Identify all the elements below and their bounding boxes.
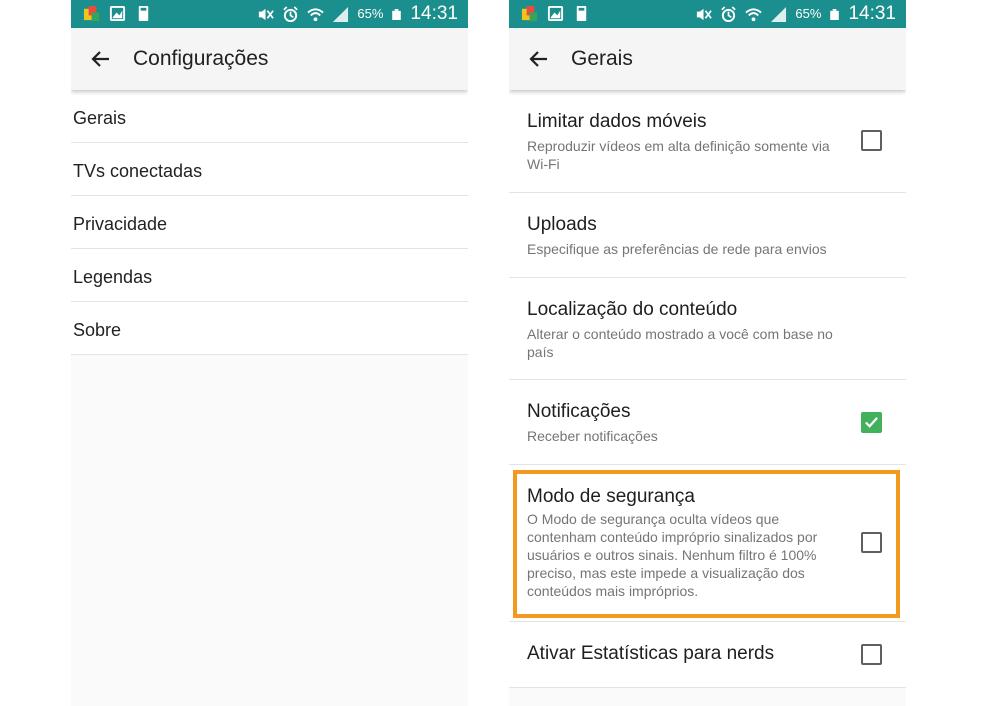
menu-item-label: TVs conectadas [73, 161, 203, 181]
limit-mobile-data-checkbox[interactable] [861, 130, 882, 151]
setting-title: Limitar dados móveis [527, 111, 707, 132]
menu-item-sobre[interactable]: Sobre [71, 302, 468, 355]
clock: 14:31 [410, 3, 458, 24]
setting-title: Uploads [527, 214, 597, 235]
wifi-icon [745, 7, 763, 21]
status-bar: 65% 14:31 [71, 0, 468, 28]
general-settings-screen: 65% 14:31 Gerais Limitar dados móveis Re… [509, 0, 906, 706]
menu-item-legendas[interactable]: Legendas [71, 249, 468, 302]
setting-summary: Receber notificações [527, 428, 658, 444]
setting-uploads[interactable]: Uploads Especifique as preferências de r… [509, 193, 906, 278]
menu-item-label: Legendas [73, 267, 153, 287]
checkmark-icon [865, 417, 878, 428]
app-notification-icon [83, 5, 100, 22]
notifications-checkbox[interactable] [861, 412, 882, 433]
sd-card-icon [138, 5, 149, 22]
mute-icon [697, 8, 713, 20]
menu-item-label: Sobre [73, 320, 122, 340]
stats-for-nerds-checkbox[interactable] [861, 644, 882, 665]
app-bar: Gerais [509, 28, 906, 90]
menu-item-label: Gerais [73, 108, 127, 128]
setting-content-location[interactable]: Localização do conteúdo Alterar o conteú… [509, 278, 906, 380]
sd-card-icon [576, 5, 587, 22]
battery-percent: 65% [795, 6, 822, 21]
app-notification-icon [521, 5, 538, 22]
image-icon [109, 5, 126, 22]
battery-icon [392, 8, 402, 20]
safety-mode-checkbox[interactable] [861, 532, 882, 553]
wifi-icon [307, 7, 325, 21]
menu-item-privacidade[interactable]: Privacidade [71, 196, 468, 249]
battery-icon [830, 8, 840, 20]
general-settings-list: Limitar dados móveis Reproduzir vídeos e… [509, 90, 906, 688]
app-bar: Configurações [71, 28, 468, 90]
setting-title: Ativar Estatísticas para nerds [527, 643, 775, 664]
menu-item-gerais[interactable]: Gerais [71, 90, 468, 143]
setting-summary: Especifique as preferências de rede para… [527, 241, 827, 257]
setting-safety-mode[interactable]: Modo de segurança O Modo de segurança oc… [509, 465, 906, 622]
back-arrow-icon[interactable] [529, 49, 549, 69]
menu-item-tvs-conectadas[interactable]: TVs conectadas [71, 143, 468, 196]
setting-title: Localização do conteúdo [527, 299, 738, 320]
image-icon [547, 5, 564, 22]
status-bar: 65% 14:31 [509, 0, 906, 28]
setting-summary: O Modo de segurança oculta vídeos que co… [527, 511, 818, 599]
clock: 14:31 [848, 3, 896, 24]
settings-menu: Gerais TVs conectadas Privacidade Legend… [71, 90, 468, 355]
setting-title: Notificações [527, 401, 631, 422]
signal-icon [333, 6, 349, 22]
back-arrow-icon[interactable] [91, 49, 111, 69]
setting-summary: Reproduzir vídeos em alta definição some… [527, 138, 830, 172]
page-title: Configurações [133, 47, 269, 70]
setting-notifications[interactable]: Notificações Receber notificações [509, 380, 906, 465]
alarm-icon [721, 5, 737, 22]
battery-percent: 65% [357, 6, 384, 21]
signal-icon [771, 6, 787, 22]
setting-stats-for-nerds[interactable]: Ativar Estatísticas para nerds [509, 622, 906, 688]
setting-summary: Alterar o conteúdo mostrado a você com b… [527, 326, 833, 360]
page-title: Gerais [571, 47, 633, 70]
alarm-icon [283, 5, 299, 22]
setting-title: Modo de segurança [527, 486, 695, 507]
settings-screen: 65% 14:31 Configurações Gerais TVs conec… [71, 0, 468, 706]
mute-icon [259, 8, 275, 20]
menu-item-label: Privacidade [73, 214, 168, 234]
setting-limit-mobile-data[interactable]: Limitar dados móveis Reproduzir vídeos e… [509, 90, 906, 193]
